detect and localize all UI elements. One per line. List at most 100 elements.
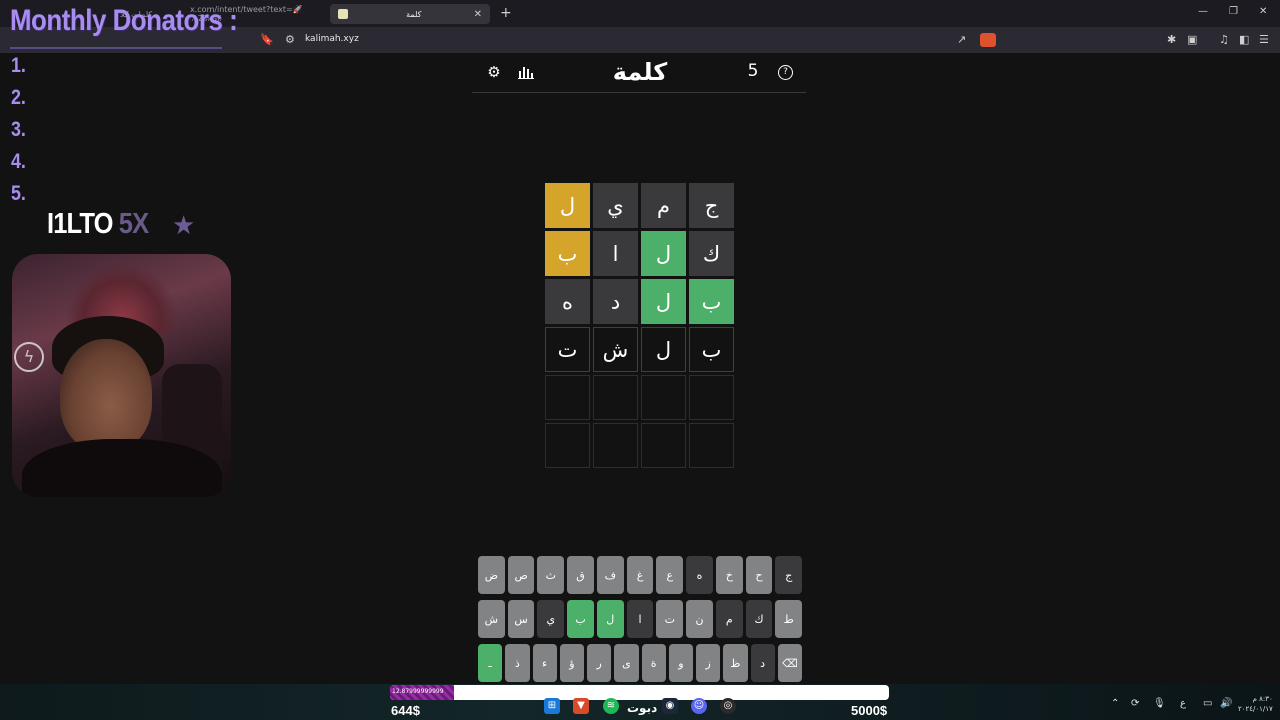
letter-key[interactable]: خ <box>715 556 743 594</box>
board-row <box>545 375 735 420</box>
discord-icon[interactable]: ☺ <box>691 698 707 714</box>
favicon-icon <box>338 9 348 19</box>
keyboard: ض ص ث ق ف غ ع ه خ ح ج ش س ي ب ل ا ت ن م ك ط ـ ذ ء ؤ ر ى ة و ز ظ د ⌫ <box>478 556 803 688</box>
board-tile: ج <box>689 183 734 228</box>
board-tile: ك <box>689 231 734 276</box>
letter-key[interactable]: ح <box>745 556 773 594</box>
chevron-up-icon[interactable]: ⌃ <box>1111 698 1119 709</box>
letter-key[interactable]: ص <box>507 556 535 594</box>
header-divider <box>472 92 806 93</box>
letter-key[interactable]: ب <box>567 600 594 638</box>
brave-taskbar-icon[interactable]: ▼ <box>573 698 589 714</box>
clock[interactable]: ٨:٣٠ م ٢٠٢٤/٠١/١٧ <box>1238 694 1273 714</box>
webcam-feed: ϟ <box>12 254 231 497</box>
letter-key[interactable]: ر <box>587 644 612 682</box>
donor-rank-4: 4. <box>11 150 26 173</box>
board-tile <box>593 423 638 468</box>
goal-current: 644$ <box>391 703 420 718</box>
streamer-name: I1LTO <box>47 208 113 240</box>
board-tile: ل <box>641 327 686 372</box>
torso <box>22 439 222 497</box>
site-info-icon[interactable]: ⚙ <box>285 33 295 46</box>
new-tab-icon[interactable]: + <box>500 5 512 21</box>
letter-key[interactable]: د <box>750 644 775 682</box>
close-tab-icon[interactable]: ✕ <box>474 9 482 20</box>
board-row <box>545 423 735 468</box>
letter-key[interactable]: ة <box>641 644 666 682</box>
close-window-icon[interactable]: ✕ <box>1259 6 1267 17</box>
share-icon[interactable]: ↗ <box>957 33 966 46</box>
enter-key[interactable]: ـ <box>478 644 503 682</box>
letter-key[interactable]: ض <box>478 556 505 594</box>
letter-key[interactable]: ل <box>596 600 624 638</box>
letter-key[interactable]: ع <box>656 556 684 594</box>
brave-shield-icon[interactable] <box>980 33 996 47</box>
donor-rank-5: 5. <box>11 182 26 205</box>
volume-icon[interactable]: 🔊 <box>1220 698 1232 709</box>
letter-key[interactable]: ت <box>656 600 684 638</box>
wallet-icon[interactable]: ▣ <box>1187 33 1197 46</box>
letter-key[interactable]: ي <box>537 600 565 638</box>
board-tile <box>689 375 734 420</box>
letter-key[interactable]: ف <box>596 556 624 594</box>
language-indicator[interactable]: ع <box>1180 698 1186 709</box>
letter-key[interactable]: ق <box>567 556 594 594</box>
game-title: كلمة <box>612 58 668 86</box>
backspace-key[interactable]: ⌫ <box>777 644 802 682</box>
letter-key[interactable]: ط <box>775 600 803 638</box>
letter-key[interactable]: ى <box>614 644 639 682</box>
board-tile: م <box>641 183 686 228</box>
letter-key[interactable]: ذ <box>505 644 530 682</box>
address-bar[interactable]: kalimah.xyz <box>305 34 359 44</box>
letter-key[interactable]: ا <box>626 600 654 638</box>
board-tile <box>641 423 686 468</box>
lightning-icon: ϟ <box>14 342 44 372</box>
keyboard-row: ـ ذ ء ؤ ر ى ة و ز ظ د ⌫ <box>478 644 802 682</box>
sidebar-icon[interactable]: ◧ <box>1239 33 1249 46</box>
menu-icon[interactable]: ☰ <box>1259 33 1269 46</box>
goal-percent: 12.87999999999 <box>392 688 444 695</box>
letter-key[interactable]: م <box>715 600 743 638</box>
clock-date: ٢٠٢٤/٠١/١٧ <box>1238 705 1273 713</box>
letter-key[interactable]: و <box>668 644 693 682</box>
help-icon[interactable]: ? <box>778 65 793 80</box>
board-tile <box>545 375 590 420</box>
media-icon[interactable]: ♫ <box>1219 33 1229 46</box>
board-tile: ي <box>593 183 638 228</box>
restore-icon[interactable]: ❐ <box>1229 6 1238 17</box>
letter-key[interactable]: س <box>507 600 535 638</box>
network-icon[interactable]: ▭ <box>1203 698 1212 709</box>
minimize-icon[interactable]: — <box>1198 6 1208 17</box>
settings-icon[interactable]: ⚙ <box>484 62 504 82</box>
goal-progress-bar <box>390 685 889 700</box>
letter-key[interactable]: ن <box>686 600 713 638</box>
board-tile: ب <box>689 279 734 324</box>
letter-key[interactable]: ث <box>537 556 565 594</box>
obs-icon[interactable]: ◎ <box>720 698 736 714</box>
spotify-icon[interactable]: ≋ <box>603 698 619 714</box>
letter-key[interactable]: ش <box>478 600 505 638</box>
microphone-icon[interactable]: 🎙 <box>1153 698 1166 709</box>
letter-key[interactable]: ك <box>745 600 773 638</box>
letter-key[interactable]: ؤ <box>559 644 584 682</box>
board-row: تشلب <box>545 327 735 372</box>
stats-icon[interactable] <box>516 62 536 82</box>
letter-key[interactable]: ه <box>686 556 713 594</box>
board-tile: ل <box>545 183 590 228</box>
game-board: ليمجبالكهدلبتشلب <box>545 183 735 471</box>
streamer-label: I1LTO 5X <box>47 208 149 241</box>
extensions-icon[interactable]: ✱ <box>1167 33 1176 46</box>
steam-icon[interactable]: ◉ <box>662 698 678 714</box>
board-row: بالك <box>545 231 735 276</box>
letter-key[interactable]: ء <box>532 644 557 682</box>
sync-icon[interactable]: ⟳ <box>1131 698 1139 709</box>
letter-key[interactable]: ظ <box>723 644 748 682</box>
windows-start-icon[interactable]: ⊞ <box>544 698 560 714</box>
board-tile: ش <box>593 327 638 372</box>
streamer-multiplier: 5X <box>118 208 149 240</box>
letter-key[interactable]: غ <box>626 556 654 594</box>
tab-kalimah[interactable]: كلمة ✕ <box>330 4 490 24</box>
bookmark-icon[interactable]: 🔖 <box>260 33 274 46</box>
letter-key[interactable]: ج <box>775 556 803 594</box>
letter-key[interactable]: ز <box>696 644 721 682</box>
